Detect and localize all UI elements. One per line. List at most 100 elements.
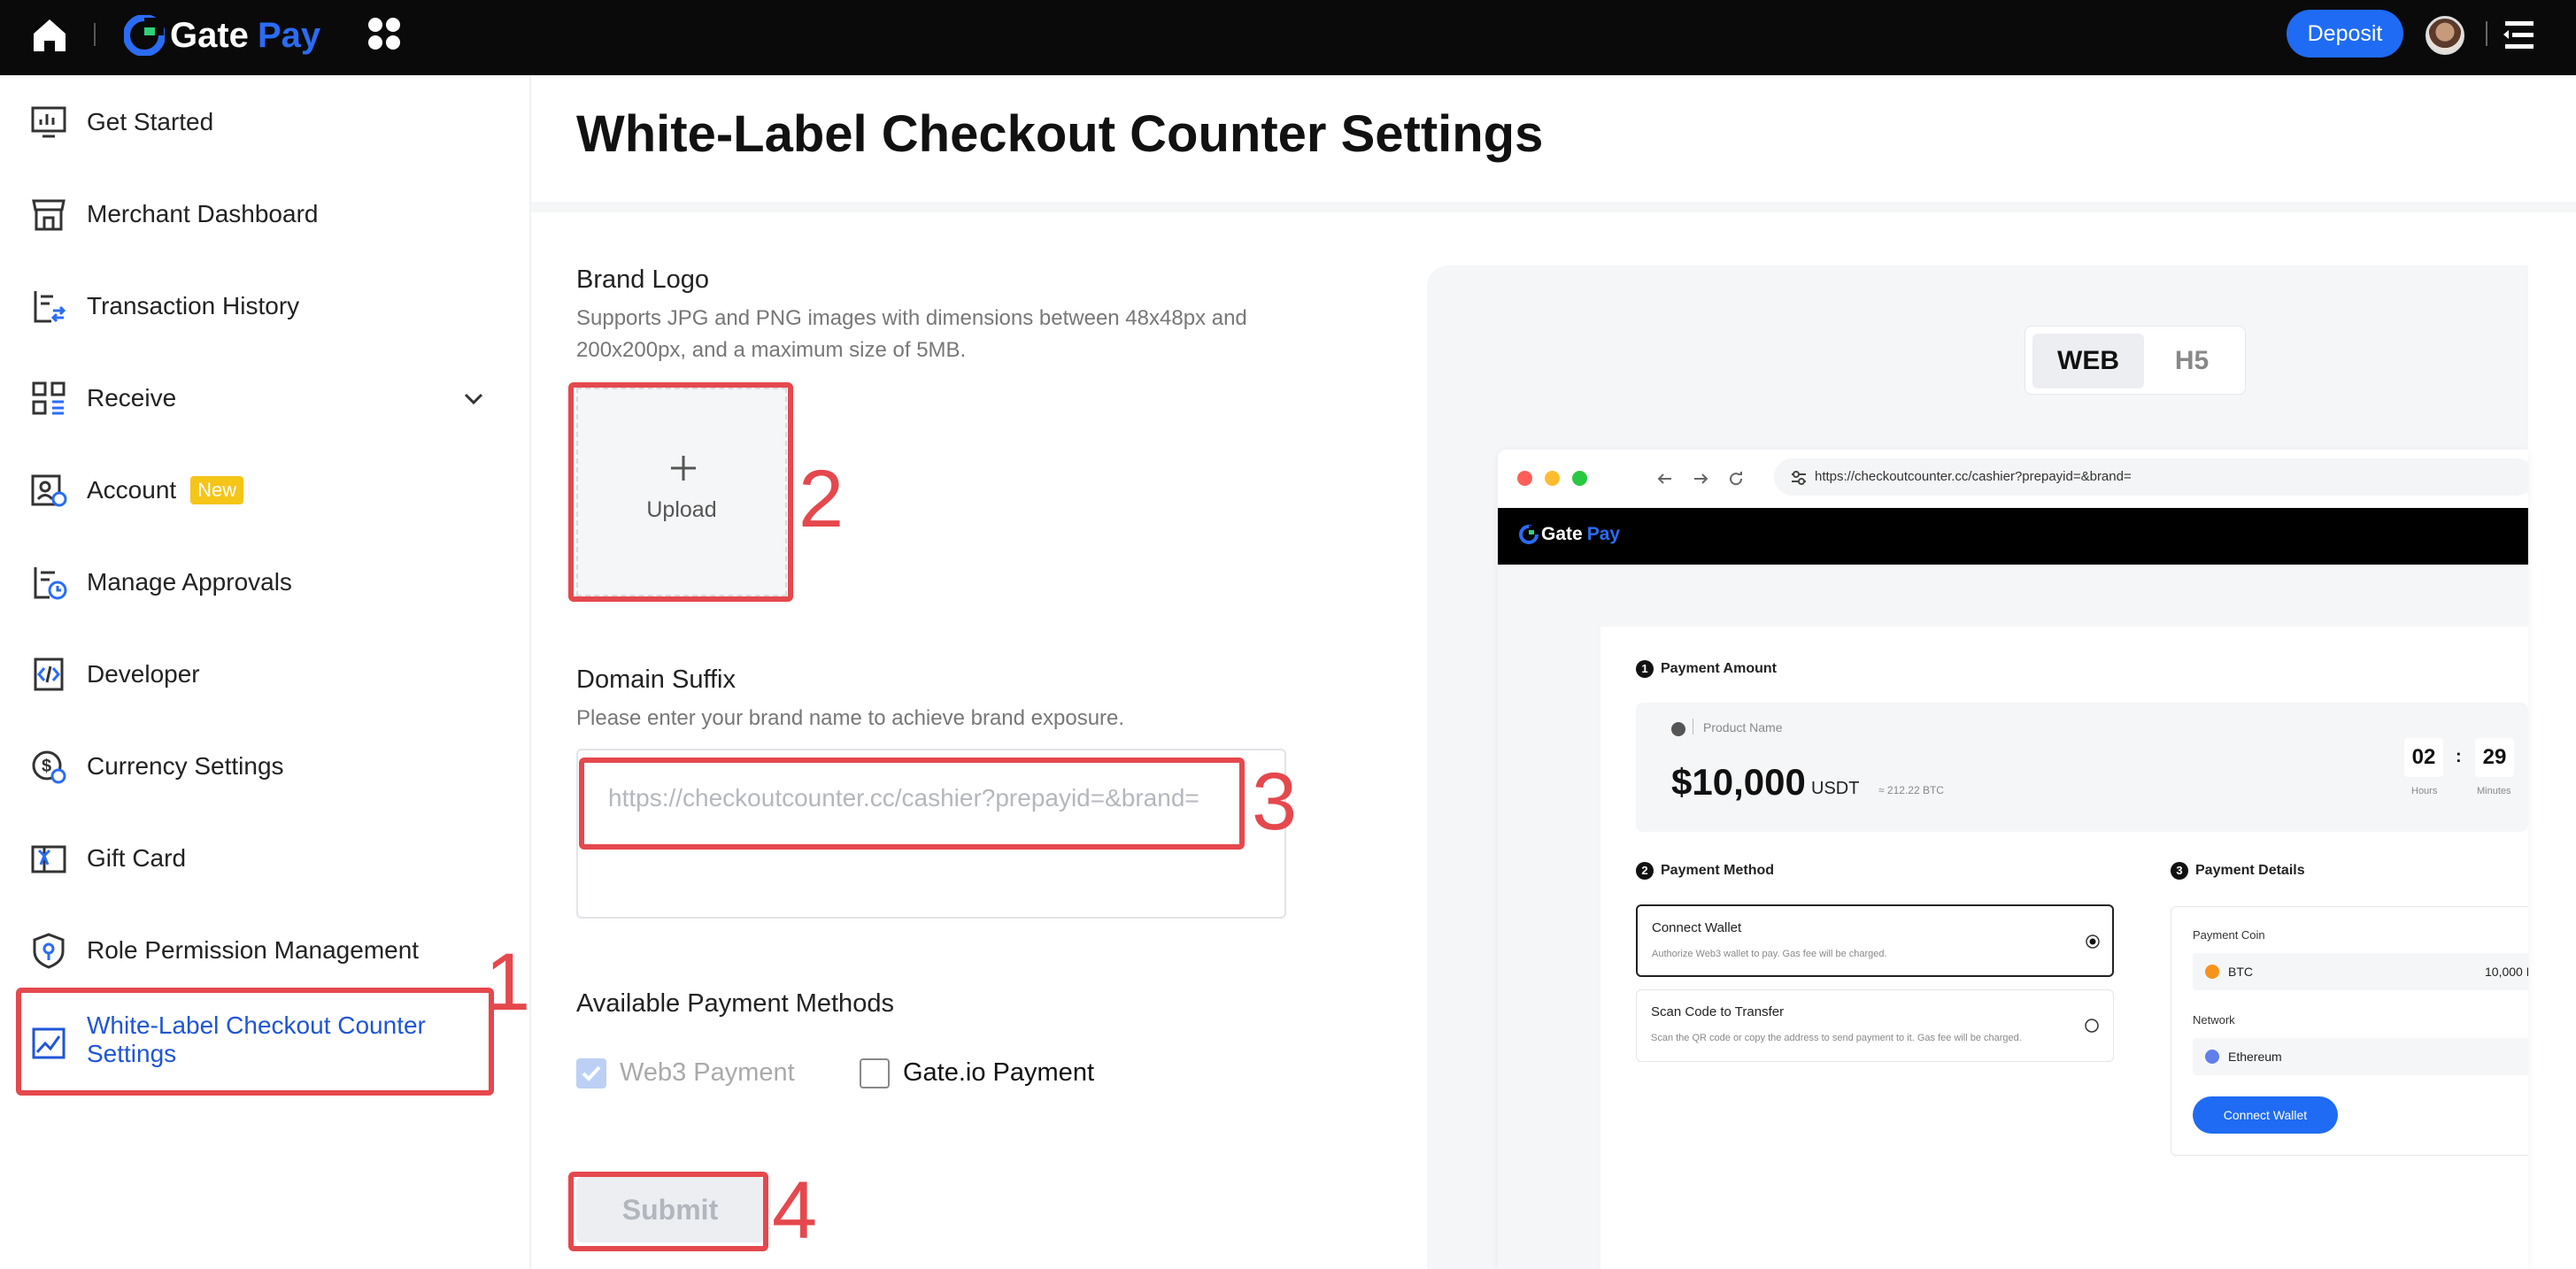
product-name: Product Name: [1703, 720, 1783, 734]
sidebar-item-merchant-dashboard[interactable]: Merchant Dashboard: [30, 192, 318, 236]
annotation-box-4: [568, 1172, 768, 1251]
minutes-value: 29: [2475, 738, 2514, 777]
sidebar-item-transaction-history[interactable]: Transaction History: [30, 284, 299, 328]
refresh-icon: [1730, 472, 1743, 486]
sidebar-item-get-started[interactable]: Get Started: [30, 100, 213, 144]
step-badge: 2: [1636, 862, 1654, 880]
deposit-button[interactable]: Deposit: [2287, 10, 2403, 58]
sidebar-item-role-permission-management[interactable]: Role Permission Management: [30, 928, 419, 973]
web3-payment-checkbox[interactable]: [576, 1058, 606, 1088]
tab-web[interactable]: WEB: [2032, 334, 2144, 388]
payment-details-box: Payment Coin BTC 10,000 B Network Ethere…: [2171, 906, 2528, 1156]
payment-coin-label: Payment Coin: [2193, 928, 2265, 942]
sidebar-item-receive[interactable]: Receive: [30, 376, 499, 420]
web3-payment-label: Web3 Payment: [620, 1058, 795, 1087]
maximize-dot: [1572, 471, 1587, 486]
home-icon[interactable]: [30, 16, 69, 55]
coin-amount: 10,000 B: [2485, 965, 2528, 979]
annotation-number-1: 1: [485, 937, 531, 1027]
step-badge: 3: [2171, 862, 2188, 880]
chevron-down-icon[interactable]: [462, 388, 485, 409]
sidebar-item-manage-approvals[interactable]: Manage Approvals: [30, 560, 292, 604]
domain-suffix-hint: Please enter your brand name to achieve …: [576, 706, 1125, 730]
checkout-card: 1 Payment Amount Product Name $10,000 USD…: [1600, 627, 2528, 1269]
gateio-payment-label: Gate.io Payment: [903, 1058, 1094, 1087]
time-separator: :: [2456, 747, 2462, 766]
sidebar-item-currency-settings[interactable]: $ Currency Settings: [30, 744, 284, 788]
option-desc: Scan the QR code or copy the address to …: [1651, 1033, 2022, 1043]
tab-h5[interactable]: H5: [2144, 334, 2240, 388]
apps-icon[interactable]: [366, 16, 402, 51]
preview-tabs: WEB H5: [2025, 326, 2246, 395]
gateio-payment-checkbox[interactable]: [860, 1058, 890, 1088]
sidebar-item-account[interactable]: Account New: [30, 468, 244, 512]
amount-value: $10,000: [1671, 761, 1806, 803]
minimize-dot: [1545, 471, 1560, 486]
svg-text:$: $: [42, 757, 51, 776]
preview-header: Gate Pay: [1498, 508, 2528, 565]
radio-unselected-icon: [2085, 1019, 2099, 1033]
step-badge: 1: [1636, 660, 1654, 678]
option-title: Connect Wallet: [1652, 920, 1742, 935]
logo-pay-text: Pay: [257, 15, 321, 55]
payment-details-title: Payment Details: [2195, 863, 2305, 879]
logo-gate-text: Gate: [170, 15, 249, 55]
preview-logo-gate: Gate: [1541, 524, 1583, 544]
connect-wallet-option[interactable]: Connect Wallet Authorize Web3 wallet to …: [1636, 904, 2114, 977]
currency-icon: $: [32, 750, 66, 784]
preview-logo: Gate Pay: [1519, 524, 1620, 545]
sidebar-item-developer[interactable]: Developer: [30, 652, 200, 696]
coin-name: BTC: [2228, 965, 2253, 979]
sidebar-item-label: Role Permission Management: [87, 936, 420, 964]
hours-label: Hours: [2411, 786, 2438, 796]
payment-method-header: 2 Payment Method: [1636, 862, 1774, 880]
payment-coin-field[interactable]: BTC 10,000 B: [2193, 953, 2528, 990]
hours-value: 02: [2404, 738, 2443, 777]
network-name: Ethereum: [2228, 1050, 2282, 1064]
title-divider: [531, 202, 2576, 212]
avatar[interactable]: [2426, 16, 2464, 55]
sidebar-item-label: Transaction History: [87, 292, 300, 319]
payment-amount-title: Payment Amount: [1661, 661, 1777, 677]
sidebar-item-label: Gift Card: [87, 844, 187, 872]
account-icon: [31, 474, 67, 507]
shield-icon: [33, 933, 65, 969]
browser-preview: https://checkoutcounter.cc/cashier?prepa…: [1498, 450, 2528, 1269]
sidebar-item-label: Account: [87, 476, 177, 504]
preview-logo-pay: Pay: [1586, 524, 1621, 544]
menu-icon[interactable]: [2502, 19, 2537, 51]
option-desc: Authorize Web3 wallet to pay. Gas fee wi…: [1652, 949, 1887, 959]
connect-wallet-label: Connect Wallet: [2223, 1108, 2308, 1122]
amount-conversion: ≈ 212.22 BTC: [1878, 784, 1944, 796]
product-icon: [1671, 722, 1685, 736]
sidebar-item-label: Merchant Dashboard: [87, 200, 319, 227]
browser-toolbar: https://checkoutcounter.cc/cashier?prepa…: [1498, 450, 2528, 508]
top-bar: Gate Pay Deposit: [0, 0, 2576, 75]
close-dot: [1517, 471, 1532, 486]
scan-code-option[interactable]: Scan Code to Transfer Scan the QR code o…: [1636, 989, 2114, 1062]
sidebar-item-label: Developer: [87, 660, 200, 688]
sidebar-item-label: Currency Settings: [87, 752, 284, 780]
approvals-icon: [34, 567, 67, 600]
sidebar-item-label: Manage Approvals: [87, 568, 292, 596]
site-settings-icon: [1792, 471, 1806, 485]
payment-methods-label: Available Payment Methods: [576, 989, 894, 1018]
new-badge: New: [190, 476, 244, 504]
gate-pay-logo[interactable]: Gate Pay: [124, 11, 320, 60]
connect-wallet-button[interactable]: Connect Wallet: [2193, 1096, 2338, 1134]
browser-url: https://checkoutcounter.cc/cashier?prepa…: [1774, 458, 2528, 496]
brand-logo-label: Brand Logo: [576, 265, 709, 294]
payment-amount-header: 1 Payment Amount: [1636, 660, 1777, 678]
btc-icon: [2205, 965, 2219, 979]
divider: [94, 23, 96, 46]
network-field[interactable]: Ethereum: [2193, 1038, 2528, 1075]
annotation-number-4: 4: [772, 1165, 818, 1256]
check-icon: [582, 1065, 601, 1081]
sidebar-item-gift-card[interactable]: Gift Card: [30, 836, 186, 881]
transactions-icon: [34, 291, 66, 323]
annotation-box-2: [568, 382, 793, 602]
payment-details-header: 3 Payment Details: [2171, 862, 2305, 880]
gate-logo-icon: [124, 15, 165, 56]
get-started-icon: [31, 106, 66, 138]
gift-card-icon: [31, 845, 66, 873]
